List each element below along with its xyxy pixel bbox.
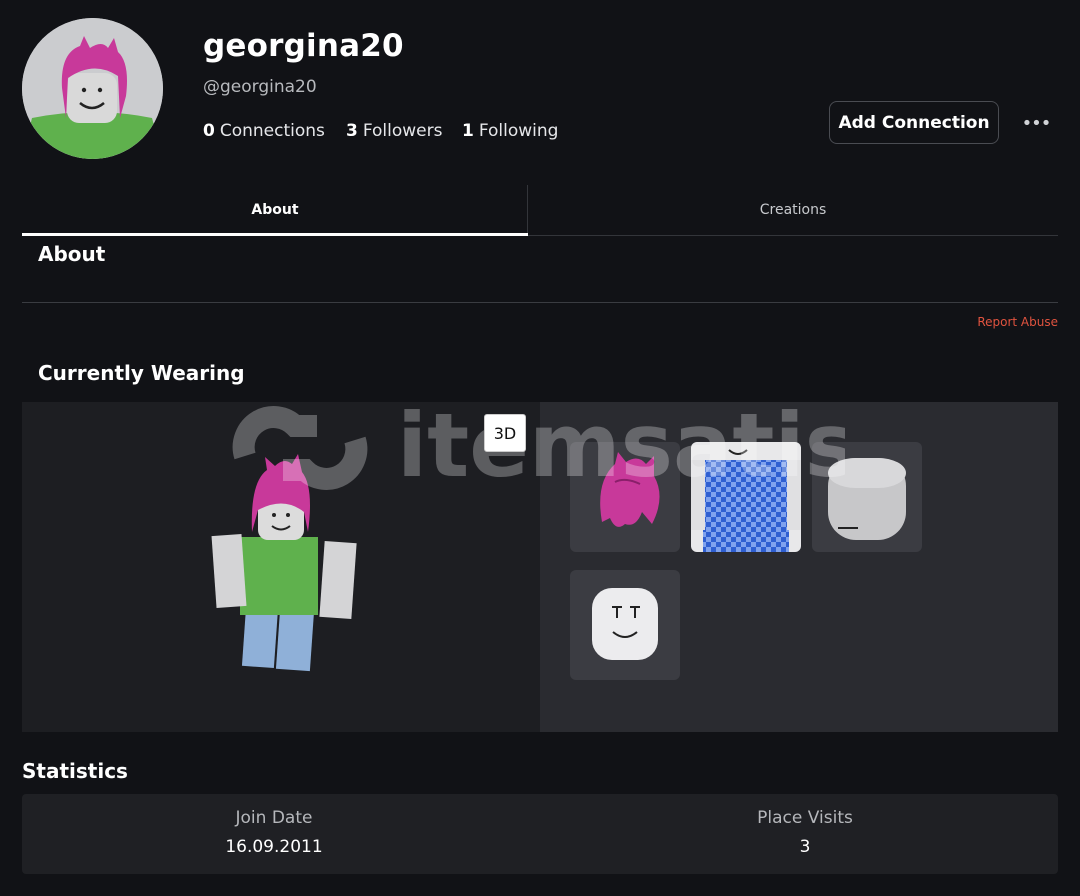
wearing-items-grid bbox=[540, 402, 1058, 732]
followers-label: Followers bbox=[362, 121, 443, 141]
wearing-item-head[interactable] bbox=[812, 442, 922, 552]
following-number: 1 bbox=[462, 121, 474, 141]
avatar-headshot-icon bbox=[22, 18, 163, 159]
currently-wearing-heading: Currently Wearing bbox=[38, 361, 245, 385]
about-divider bbox=[22, 302, 1058, 303]
place-visits-label: Place Visits bbox=[757, 808, 853, 828]
avatar-3d-viewer[interactable] bbox=[22, 402, 540, 732]
connections-count[interactable]: 0 Connections bbox=[203, 121, 325, 141]
username: @georgina20 bbox=[203, 77, 317, 97]
tab-active-indicator bbox=[22, 233, 528, 236]
head-item-icon bbox=[828, 458, 906, 540]
following-label: Following bbox=[478, 121, 559, 141]
face-item-icon bbox=[592, 588, 658, 660]
place-visits-value: 3 bbox=[799, 837, 811, 857]
following-count[interactable]: 1 Following bbox=[462, 121, 558, 141]
statistics-panel: Join Date 16.09.2011 Place Visits 3 bbox=[22, 794, 1058, 874]
about-heading: About bbox=[38, 242, 106, 266]
wearing-item-hair[interactable] bbox=[570, 442, 680, 552]
connections-number: 0 bbox=[203, 121, 215, 141]
shirt-item-icon bbox=[691, 442, 801, 552]
wearing-item-face[interactable] bbox=[570, 570, 680, 680]
tab-about[interactable]: About bbox=[22, 185, 528, 235]
followers-number: 3 bbox=[346, 121, 358, 141]
display-name: georgina20 bbox=[203, 28, 404, 64]
join-date-value: 16.09.2011 bbox=[225, 837, 323, 857]
hair-item-icon bbox=[600, 452, 660, 527]
toggle-3d-button[interactable]: 3D bbox=[484, 414, 526, 452]
wearing-item-shirt[interactable] bbox=[691, 442, 801, 552]
connections-label: Connections bbox=[219, 121, 325, 141]
add-connection-button[interactable]: Add Connection bbox=[829, 101, 999, 144]
more-options-icon[interactable]: ••• bbox=[1020, 110, 1052, 136]
profile-avatar bbox=[22, 18, 163, 159]
followers-count[interactable]: 3 Followers bbox=[346, 121, 442, 141]
join-date-label: Join Date bbox=[235, 808, 313, 828]
statistics-heading: Statistics bbox=[22, 759, 128, 783]
avatar-full-body-icon bbox=[211, 454, 357, 672]
tab-creations[interactable]: Creations bbox=[528, 185, 1058, 235]
report-abuse-link[interactable]: Report Abuse bbox=[960, 315, 1058, 329]
